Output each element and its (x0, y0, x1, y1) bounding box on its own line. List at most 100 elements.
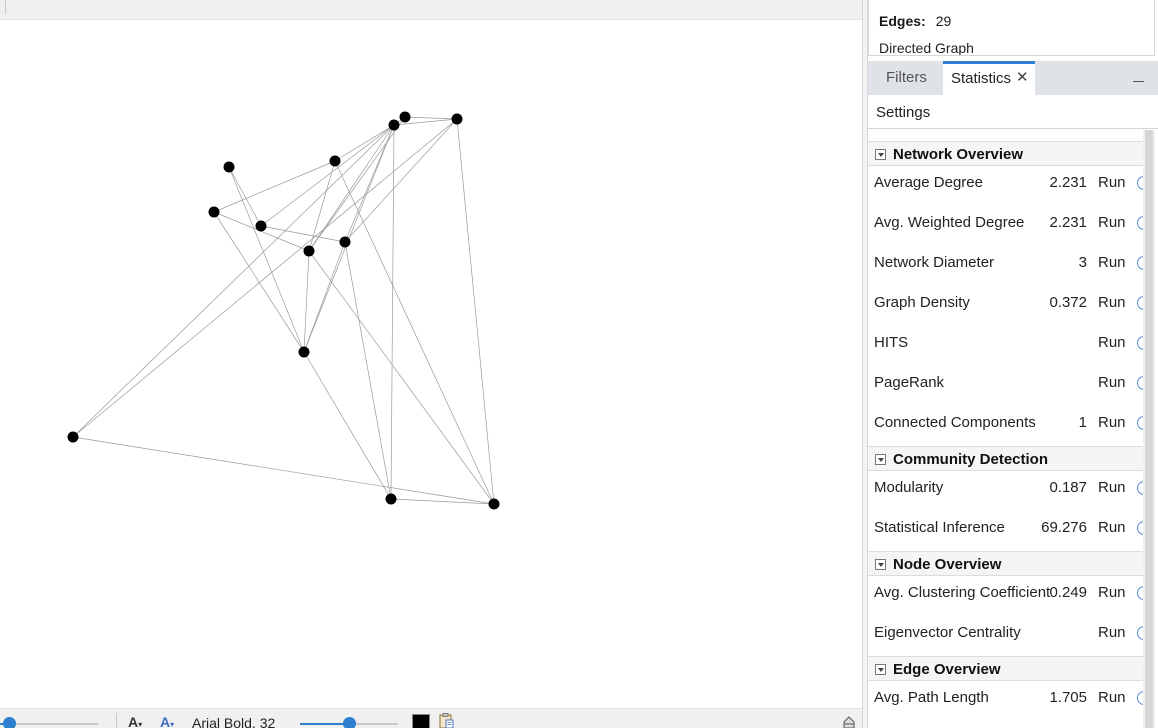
stat-value: 0.187 (1049, 479, 1087, 496)
stat-row-eigenvector-centrality: Eigenvector Centrality Run (868, 614, 1143, 654)
graph-edge (72, 118, 458, 438)
settings-button[interactable]: Settings (876, 104, 930, 121)
stat-name: Modularity (874, 479, 944, 496)
stat-value: 1.705 (1049, 689, 1087, 706)
graph-node[interactable] (298, 346, 310, 358)
stat-name: Graph Density (874, 294, 970, 311)
graph-edge (228, 166, 262, 227)
graph-edge (228, 166, 305, 353)
graph-node[interactable] (388, 119, 400, 131)
scrollbar-thumb[interactable] (1145, 130, 1153, 728)
stat-row-avg-weighted-degree: Avg. Weighted Degree 2.231 Run (868, 204, 1143, 244)
graph-edge (456, 118, 495, 505)
run-button[interactable]: Run (1098, 214, 1126, 231)
tab-filters[interactable]: Filters (878, 61, 935, 95)
graph-node[interactable] (329, 155, 341, 167)
run-button[interactable]: Run (1098, 479, 1126, 496)
stat-row-average-degree: Average Degree 2.231 Run (868, 164, 1143, 204)
graph-type-label: Directed Graph (879, 40, 974, 56)
clipboard-icon[interactable] (438, 713, 454, 728)
stat-name: Statistical Inference (874, 519, 1005, 536)
statistics-scrollbar[interactable] (1143, 130, 1155, 728)
stat-value: 2.231 (1049, 214, 1087, 231)
run-button[interactable]: Run (1098, 624, 1126, 641)
graph-node[interactable] (451, 113, 463, 125)
graph-node[interactable] (339, 236, 351, 248)
stat-row-statistical-inference: Statistical Inference 69.276 Run (868, 509, 1143, 549)
graph-edge (213, 211, 305, 353)
stat-row-graph-density: Graph Density 0.372 Run (868, 284, 1143, 324)
run-button[interactable]: Run (1098, 414, 1126, 431)
stat-name: Avg. Weighted Degree (874, 214, 1025, 231)
graph-edge (303, 250, 310, 353)
toolbar-separator (116, 713, 117, 728)
stat-row-pagerank: PageRank Run (868, 364, 1143, 404)
graph-node[interactable] (255, 220, 267, 232)
graph-bottom-toolbar: A▾ A▾ Arial Bold, 32 (0, 708, 862, 728)
statistics-toolbar: Settings (868, 95, 1158, 129)
graph-node[interactable] (223, 161, 235, 173)
section-community-detection[interactable]: Community Detection (868, 446, 1143, 471)
label-color-swatch[interactable] (412, 714, 430, 728)
graph-edge (308, 116, 406, 252)
graph-edge (260, 225, 346, 243)
graph-node[interactable] (67, 431, 79, 443)
section-title: Node Overview (893, 556, 1002, 573)
edges-value: 29 (935, 13, 952, 29)
collapse-icon[interactable] (875, 454, 886, 465)
label-size-slider-fill (300, 723, 349, 725)
stat-row-connected-components: Connected Components 1 Run (868, 404, 1143, 444)
stat-name: PageRank (874, 374, 945, 391)
run-button[interactable]: Run (1098, 174, 1126, 191)
graph-node[interactable] (399, 111, 411, 123)
increase-font-size-button[interactable]: A▾ (160, 714, 174, 728)
app-window: A▾ A▾ Arial Bold, 32 Edges: 29 Directed … (0, 0, 1158, 728)
collapse-icon[interactable] (875, 664, 886, 675)
label-size-slider-knob[interactable] (342, 717, 356, 728)
stat-name: Connected Components (874, 414, 1036, 431)
stat-row-modularity: Modularity 0.187 Run (868, 469, 1143, 509)
run-button[interactable]: Run (1098, 584, 1126, 601)
stat-value: 0.249 (1049, 584, 1087, 601)
graph-node[interactable] (208, 206, 220, 218)
close-icon[interactable]: ✕ (1016, 68, 1029, 86)
run-button[interactable]: Run (1098, 519, 1126, 536)
run-button[interactable]: Run (1098, 689, 1126, 706)
stat-name: Network Diameter (874, 254, 995, 271)
eraser-icon[interactable] (843, 716, 855, 728)
stat-name: Avg. Clustering Coefficient (874, 584, 1051, 601)
graph-edge (334, 124, 395, 162)
right-panel: Edges: 29 Directed Graph Filters Statisti… (868, 0, 1158, 728)
stat-value: 0.372 (1049, 294, 1087, 311)
context-panel: Edges: 29 Directed Graph (868, 0, 1155, 56)
run-button[interactable]: Run (1098, 374, 1126, 391)
graph-edge (303, 241, 346, 353)
section-edge-overview[interactable]: Edge Overview (868, 656, 1143, 681)
decrease-font-size-button[interactable]: A▾ (128, 714, 142, 728)
graph-edge (72, 436, 495, 505)
graph-node[interactable] (488, 498, 500, 510)
edges-label: Edges: (879, 13, 926, 29)
graph-edge (344, 124, 395, 243)
run-button[interactable]: Run (1098, 334, 1126, 351)
tab-statistics-label: Statistics (951, 70, 1012, 87)
graph-edge (390, 124, 395, 500)
graph-view: A▾ A▾ Arial Bold, 32 (0, 0, 862, 728)
collapse-icon[interactable] (875, 559, 886, 570)
section-node-overview[interactable]: Node Overview (868, 551, 1143, 576)
graph-canvas[interactable] (0, 0, 862, 708)
minimize-icon[interactable] (1132, 69, 1146, 83)
run-button[interactable]: Run (1098, 254, 1126, 271)
run-button[interactable]: Run (1098, 294, 1126, 311)
node-scale-slider-knob[interactable] (3, 717, 17, 728)
graph-edge (344, 118, 458, 243)
graph-edge (213, 211, 310, 252)
collapse-icon[interactable] (875, 149, 886, 160)
graph-node[interactable] (303, 245, 315, 257)
section-network-overview[interactable]: Network Overview (868, 141, 1143, 166)
graph-node[interactable] (385, 493, 397, 505)
stat-row-avg-path-length: Avg. Path Length 1.705 Run (868, 679, 1143, 719)
font-selector[interactable]: Arial Bold, 32 (192, 715, 275, 728)
statistics-list: Network Overview Average Degree 2.231 Ru… (868, 140, 1143, 728)
stat-row-network-diameter: Network Diameter 3 Run (868, 244, 1143, 284)
